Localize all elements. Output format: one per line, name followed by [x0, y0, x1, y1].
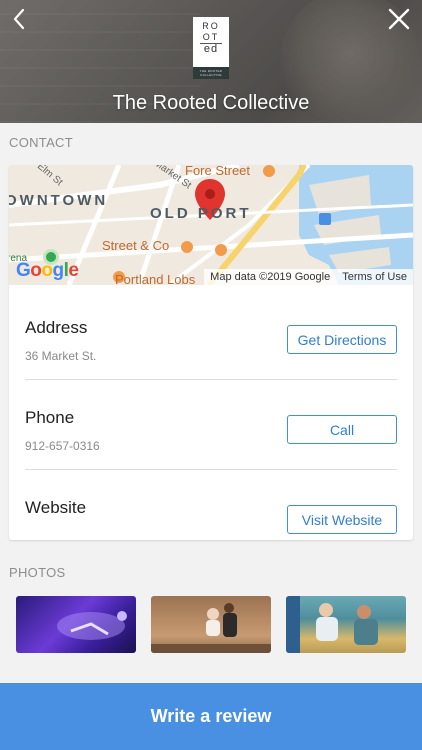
photo-thumbnail-1[interactable] — [16, 596, 136, 653]
write-review-button[interactable]: Write a review — [0, 683, 422, 750]
photo-content-glow — [57, 611, 127, 640]
visit-website-button[interactable]: Visit Website — [287, 505, 397, 534]
map-label-old-port: OLD PORT — [150, 205, 252, 222]
address-row: Address 36 Market St. Get Directions — [9, 290, 413, 380]
photo-thumbnail-2[interactable] — [151, 596, 271, 653]
photos-section-label: PHOTOS — [9, 565, 66, 580]
contact-section-label: CONTACT — [9, 135, 73, 150]
chevron-left-icon — [13, 8, 25, 30]
photo-content-people — [286, 596, 378, 653]
website-label: Website — [25, 498, 87, 517]
call-button[interactable]: Call — [287, 415, 397, 444]
contact-card: OWNTOWN OLD PORT Fore Street Street & Co… — [9, 165, 413, 540]
address-label: Address — [25, 318, 88, 337]
map-terms-link[interactable]: Terms of Use — [342, 271, 407, 283]
venue-title: The Rooted Collective — [112, 92, 310, 114]
map-credit-bar: Map data ©2019 Google Terms of Use — [204, 269, 413, 285]
address-value: 36 Market St. — [25, 349, 97, 363]
logo-line-2: OT — [202, 32, 220, 42]
map-label-portland-lobster: Portland Lobs — [115, 272, 196, 285]
venue-logo: RO OT ed THE ROOTED COLLECTIVE — [193, 17, 229, 79]
logo-line-3: ed — [203, 43, 219, 55]
logo-line-1: RO — [202, 21, 220, 31]
map-label-downtown: OWNTOWN — [9, 192, 109, 209]
logo-band: THE ROOTED COLLECTIVE — [193, 67, 229, 79]
map-credit-text: Map data ©2019 Google — [210, 271, 331, 283]
photo-thumbnail-3[interactable] — [286, 596, 406, 653]
close-button[interactable] — [386, 6, 412, 32]
close-icon — [388, 8, 410, 30]
phone-label: Phone — [25, 408, 75, 427]
phone-value: 912-657-0316 — [25, 439, 100, 453]
phone-row: Phone 912-657-0316 Call — [9, 380, 413, 470]
back-button[interactable] — [8, 6, 32, 32]
photo-strip — [16, 596, 406, 653]
google-logo: Google — [16, 260, 79, 281]
map-label-street-co: Street & Co — [102, 238, 170, 253]
header-banner: RO OT ed THE ROOTED COLLECTIVE The Roote… — [0, 0, 422, 123]
map-label-fore-street: Fore Street — [185, 165, 251, 178]
photo-content-figures — [151, 603, 271, 653]
get-directions-button[interactable]: Get Directions — [287, 325, 397, 354]
website-row: Website Visit Website — [9, 470, 413, 540]
map-view[interactable]: OWNTOWN OLD PORT Fore Street Street & Co… — [9, 165, 413, 285]
